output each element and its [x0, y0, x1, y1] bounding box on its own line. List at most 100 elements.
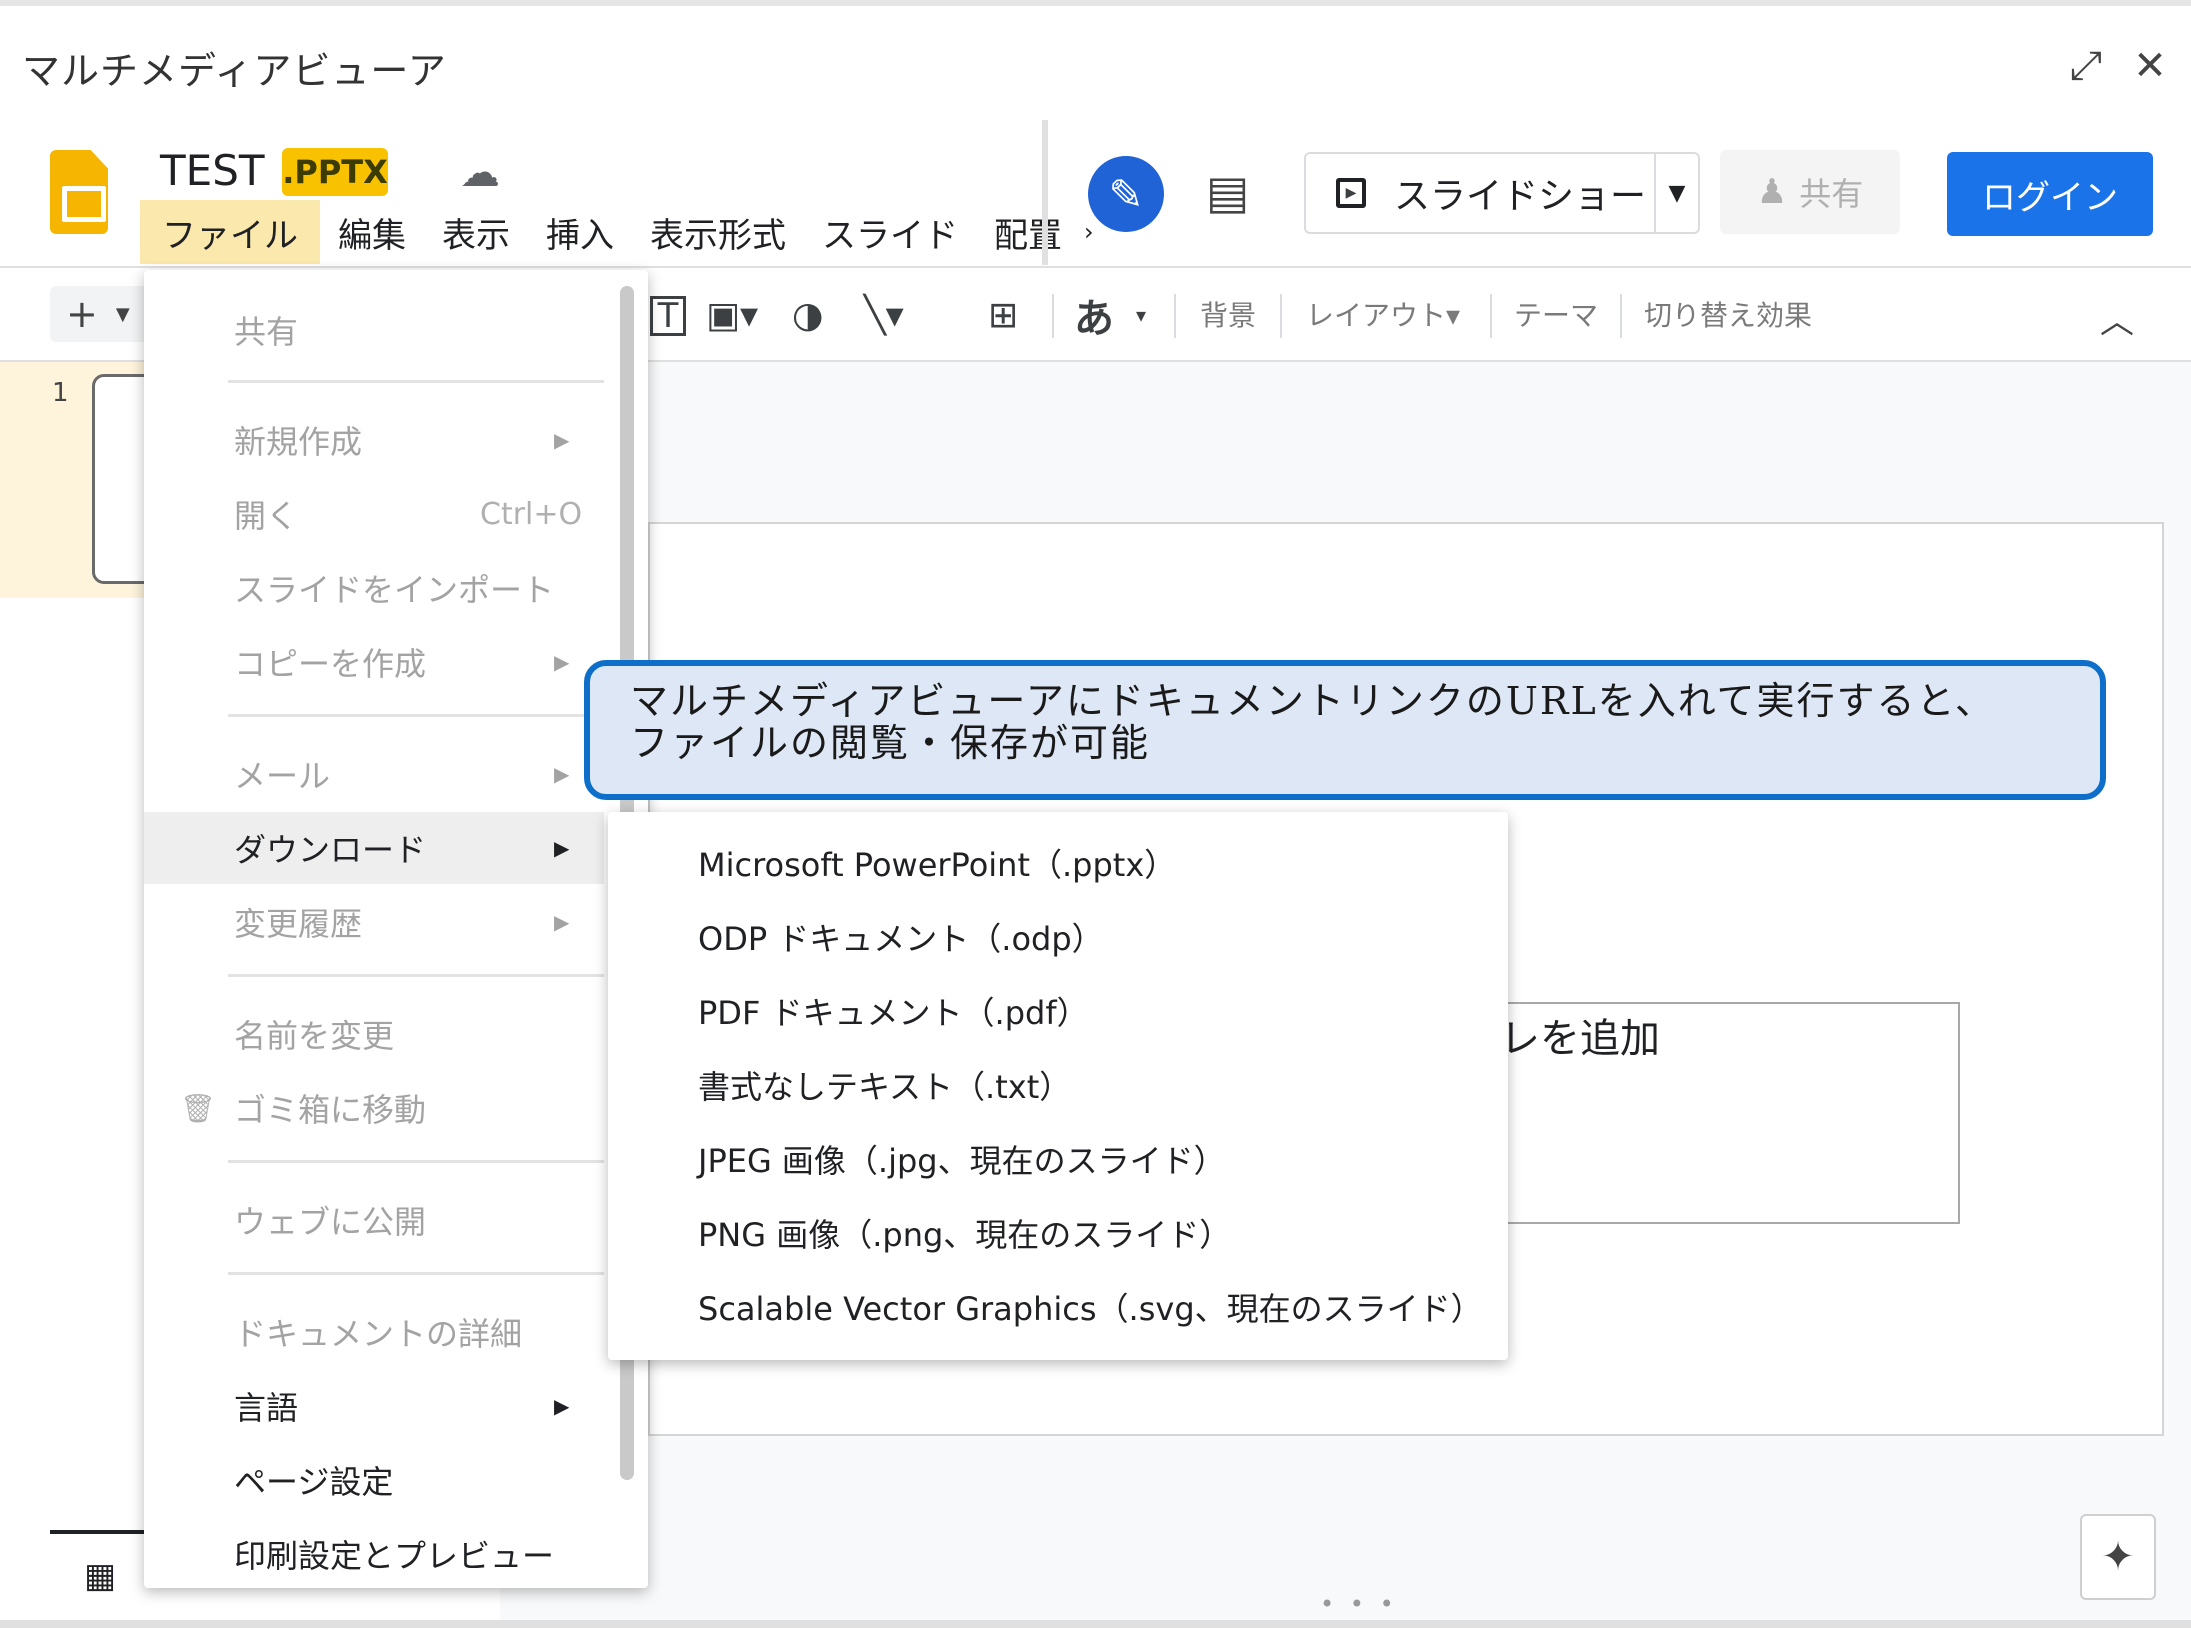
- share-label: 共有: [1799, 175, 1864, 213]
- placeholder-text: レを追加: [1500, 1016, 1660, 1062]
- trash-icon: 🗑: [180, 1091, 216, 1125]
- file-menu-open[interactable]: 開く Ctrl+O: [144, 478, 604, 550]
- file-menu-import-slides[interactable]: スライドをインポート: [144, 552, 604, 624]
- collapse-toolbar-icon[interactable]: ︿: [2100, 294, 2134, 343]
- file-menu-label: 開く: [234, 497, 299, 535]
- file-menu-language[interactable]: 言語 ▶: [144, 1370, 604, 1442]
- toolbar-separator: [1490, 294, 1492, 338]
- menu-format[interactable]: 表示形式: [632, 200, 804, 264]
- comment-history-icon[interactable]: ▤: [1206, 165, 1249, 219]
- image-icon[interactable]: ▣▾: [706, 290, 758, 340]
- shape-icon[interactable]: ◑: [792, 290, 823, 340]
- download-svg[interactable]: Scalable Vector Graphics（.svg、現在のスライド）: [698, 1284, 1483, 1330]
- callout-line-2: ファイルの閲覧・保存が可能: [630, 721, 1151, 765]
- login-button[interactable]: ログイン: [1947, 152, 2153, 236]
- file-menu-label: 共有: [234, 313, 299, 351]
- extension-icon[interactable]: ✎: [1088, 156, 1164, 232]
- file-extension-badge: .PPTX: [282, 148, 388, 196]
- header-divider-bottom: [0, 266, 2191, 268]
- menu-view[interactable]: 表示: [424, 200, 528, 264]
- file-menu-page-setup[interactable]: ページ設定: [144, 1444, 604, 1516]
- font-dropdown-icon[interactable]: ▾: [1136, 290, 1146, 340]
- file-menu-label: ドキュメントの詳細: [234, 1315, 523, 1353]
- file-menu-print-preview[interactable]: 印刷設定とプレビュー: [144, 1518, 604, 1590]
- toolbar-separator: [1620, 294, 1622, 338]
- cloud-status-icon[interactable]: ☁: [460, 150, 500, 196]
- slideshow-button-group: ▶ スライドショー ▼: [1304, 152, 1700, 234]
- download-pptx[interactable]: Microsoft PowerPoint（.pptx）: [698, 840, 1176, 886]
- file-menu-label: メール: [234, 757, 331, 795]
- file-menu-download[interactable]: ダウンロード ▶: [144, 812, 604, 884]
- menu-file[interactable]: ファイル: [140, 200, 320, 264]
- download-submenu: Microsoft PowerPoint（.pptx） ODP ドキュメント（.…: [608, 812, 1508, 1360]
- add-comment-icon[interactable]: ⊞: [988, 290, 1018, 340]
- file-menu-label: ページ設定: [234, 1463, 394, 1501]
- file-menu-label: スライドをインポート: [234, 571, 555, 609]
- document-title[interactable]: TEST: [160, 146, 265, 195]
- file-menu-document-details[interactable]: ドキュメントの詳細: [144, 1296, 604, 1368]
- file-menu-publish-web[interactable]: ウェブに公開: [144, 1184, 604, 1256]
- menu-separator: [228, 1160, 604, 1163]
- menu-separator: [228, 974, 604, 977]
- submenu-arrow-icon: ▶: [554, 428, 570, 452]
- slideshow-label: スライドショー: [1394, 176, 1647, 217]
- callout-line-1: マルチメディアビューアにドキュメントリンクのURLを入れて実行すると、: [630, 679, 1996, 723]
- download-odp[interactable]: ODP ドキュメント（.odp）: [698, 914, 1104, 960]
- layout-button[interactable]: レイアウト▾: [1306, 294, 1460, 334]
- restore-window-icon[interactable]: ⤢: [2062, 42, 2110, 90]
- line-icon[interactable]: ╲▾: [864, 290, 904, 340]
- shortcut-label: Ctrl+O: [480, 496, 583, 532]
- file-menu: 共有 新規作成 ▶ 開く Ctrl+O スライドをインポート コピーを作成 ▶ …: [144, 270, 648, 1588]
- submenu-arrow-icon: ▶: [554, 910, 570, 934]
- file-menu-label: ダウンロード: [234, 831, 427, 869]
- slide-number: 1: [52, 378, 69, 408]
- new-slide-button[interactable]: + ▼: [50, 286, 150, 342]
- menu-insert[interactable]: 挿入: [528, 200, 632, 264]
- menu-arrange[interactable]: 配置: [976, 200, 1080, 264]
- submenu-arrow-icon: ▶: [554, 1394, 570, 1418]
- menu-edit[interactable]: 編集: [320, 200, 424, 264]
- file-menu-move-to-trash[interactable]: 🗑 ゴミ箱に移動: [144, 1072, 604, 1144]
- file-menu-share[interactable]: 共有: [144, 294, 604, 366]
- submenu-arrow-icon: ▶: [554, 836, 570, 860]
- slides-logo-icon[interactable]: [50, 150, 108, 234]
- font-char-icon[interactable]: あ: [1074, 290, 1114, 342]
- slideshow-button[interactable]: ▶ スライドショー: [1306, 154, 1656, 232]
- annotation-callout: マルチメディアビューアにドキュメントリンクのURLを入れて実行すると、 ファイル…: [584, 660, 2106, 800]
- submenu-arrow-icon: ▶: [554, 762, 570, 786]
- toolbar-separator: [1174, 294, 1176, 338]
- file-menu-label: ゴミ箱に移動: [234, 1091, 427, 1129]
- explore-icon[interactable]: ✦: [2080, 1514, 2156, 1600]
- download-pdf[interactable]: PDF ドキュメント（.pdf）: [698, 988, 1089, 1034]
- menu-slide[interactable]: スライド: [804, 200, 976, 264]
- menu-separator: [228, 380, 604, 383]
- plus-icon: +: [66, 292, 98, 336]
- window-top-edge: [0, 0, 2191, 6]
- notes-resize-handle[interactable]: • • •: [1320, 1590, 1398, 1618]
- file-menu-label: 名前を変更: [234, 1017, 395, 1055]
- background-button[interactable]: 背景: [1200, 294, 1256, 334]
- file-menu-label: 印刷設定とプレビュー: [234, 1537, 555, 1575]
- share-button[interactable]: ♟ 共有: [1720, 150, 1900, 234]
- file-menu-rename[interactable]: 名前を変更: [144, 998, 604, 1070]
- transition-button[interactable]: 切り替え効果: [1644, 294, 1812, 334]
- download-txt[interactable]: 書式なしテキスト（.txt）: [698, 1062, 1071, 1108]
- file-menu-version-history[interactable]: 変更履歴 ▶: [144, 886, 604, 958]
- file-menu-label: 新規作成: [234, 423, 363, 461]
- file-menu-new[interactable]: 新規作成 ▶: [144, 404, 604, 476]
- download-jpeg[interactable]: JPEG 画像（.jpg、現在のスライド）: [698, 1136, 1226, 1182]
- file-menu-make-copy[interactable]: コピーを作成 ▶: [144, 626, 604, 698]
- menu-bar: ファイル 編集 表示 挿入 表示形式 スライド 配置 ›: [140, 200, 1098, 264]
- file-menu-label: 言語: [234, 1389, 299, 1427]
- slideshow-dropdown-icon[interactable]: ▼: [1656, 181, 1698, 206]
- download-png[interactable]: PNG 画像（.png、現在のスライド）: [698, 1210, 1231, 1256]
- textbox-icon[interactable]: T: [650, 296, 686, 336]
- window-title: マルチメディアビューア: [22, 49, 447, 93]
- toolbar-separator: [1280, 294, 1282, 338]
- file-menu-email[interactable]: メール ▶: [144, 738, 604, 810]
- close-window-icon[interactable]: ✕: [2126, 42, 2174, 90]
- theme-button[interactable]: テーマ: [1514, 294, 1598, 334]
- menu-separator: [228, 1272, 604, 1275]
- person-icon: ♟: [1756, 172, 1788, 212]
- grid-view-icon[interactable]: ▦: [84, 1556, 116, 1596]
